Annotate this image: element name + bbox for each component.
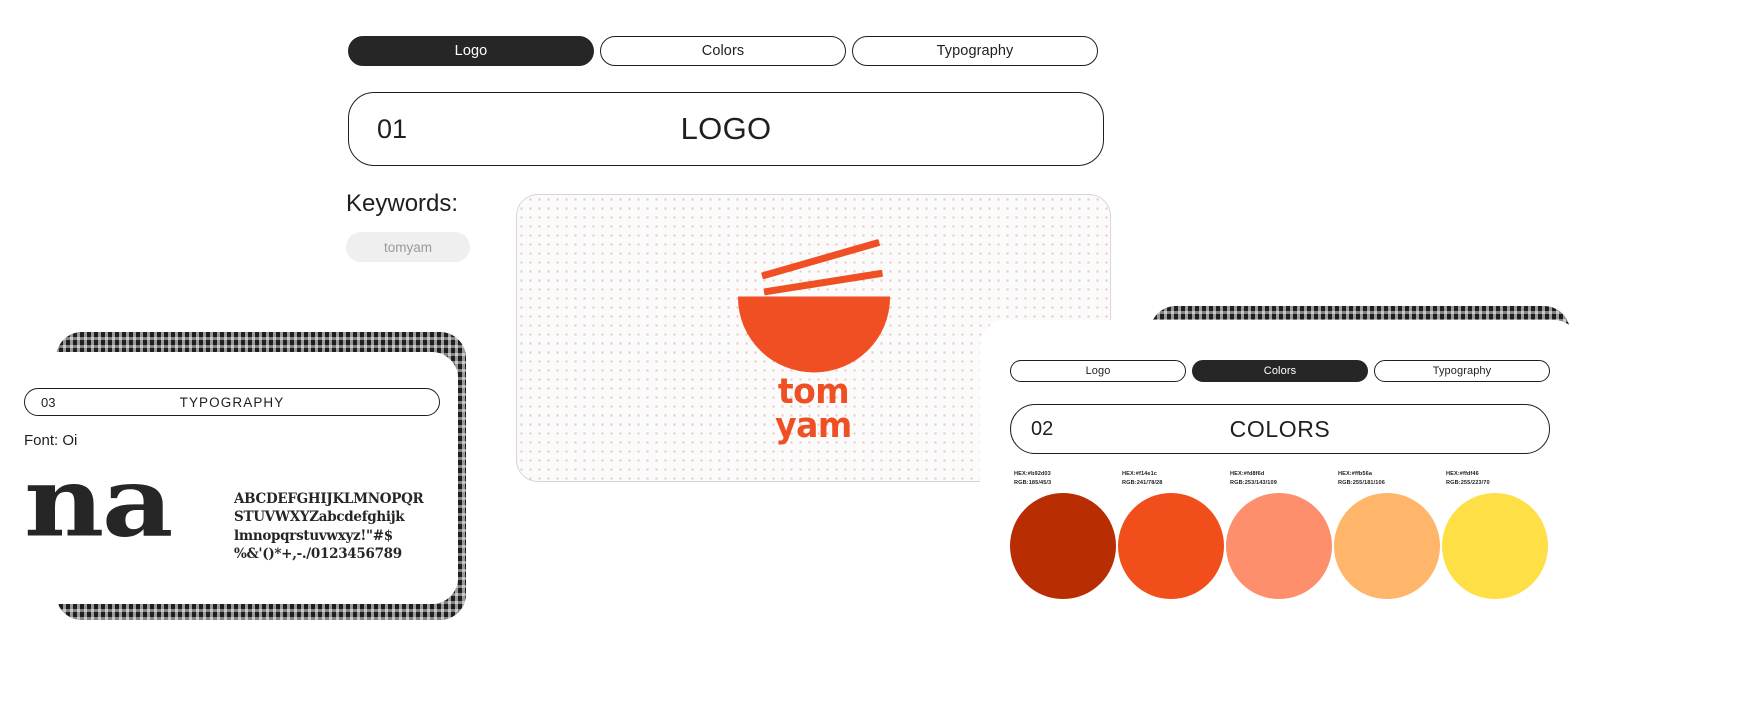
section-title: LOGO bbox=[680, 111, 772, 146]
brand-guideline-mockup: Logo Colors Typography 01 LOGO Keywords:… bbox=[0, 0, 1750, 708]
swatch-color-circle[interactable] bbox=[1334, 493, 1440, 600]
section-title: COLORS bbox=[1229, 415, 1331, 442]
tab-logo[interactable]: Logo bbox=[348, 36, 594, 66]
color-palette: HEX:#b92d03 RGB:185/45/3 HEX:#f14e1c RGB… bbox=[1010, 470, 1550, 600]
swatch-color-circle[interactable] bbox=[1118, 493, 1224, 600]
tab-logo[interactable]: Logo bbox=[1010, 360, 1186, 382]
swatch-rgb-label: RGB:241/78/28 bbox=[1122, 479, 1163, 486]
swatch-hex-label: HEX:#b92d03 bbox=[1014, 471, 1051, 477]
glyph-line: ABCDEFGHIJKLMNOPQR bbox=[234, 491, 424, 507]
section-number: 03 bbox=[41, 394, 56, 410]
color-swatch[interactable]: HEX:#fd8f6d RGB:253/143/109 bbox=[1226, 470, 1334, 600]
logo-panel-tab-bar: Logo Colors Typography bbox=[348, 36, 1098, 66]
bowl-icon bbox=[737, 296, 890, 373]
swatch-hex-label: HEX:#fd8f6d bbox=[1230, 471, 1265, 477]
swatch-hex-label: HEX:#ffdf46 bbox=[1446, 471, 1479, 477]
glyph-line: %&'()*+,-./0123456789 bbox=[234, 546, 402, 563]
swatch-rgb-label: RGB:255/223/70 bbox=[1446, 479, 1490, 486]
logo-wordmark-line-2: yam bbox=[775, 404, 852, 446]
swatch-color-circle[interactable] bbox=[1442, 493, 1548, 600]
section-number: 01 bbox=[377, 113, 408, 144]
logo-wordmark: tom yam bbox=[714, 373, 914, 446]
keywords-label: Keywords: bbox=[346, 190, 459, 217]
colors-section-header: 02 COLORS bbox=[1010, 404, 1550, 454]
glyph-line: STUVWXYZabcdefghijk bbox=[234, 509, 405, 526]
tab-colors[interactable]: Colors bbox=[600, 36, 846, 66]
color-swatch[interactable]: HEX:#b92d03 RGB:185/45/3 bbox=[1010, 470, 1118, 600]
tab-colors[interactable]: Colors bbox=[1192, 360, 1368, 382]
colors-panel-tab-bar: Logo Colors Typography bbox=[1010, 360, 1550, 382]
logo-section-header: 01 LOGO bbox=[348, 92, 1104, 166]
swatch-hex-label: HEX:#ffb56a bbox=[1338, 471, 1373, 477]
type-specimen-large: na bbox=[24, 445, 173, 559]
glyph-line: lmnopqrstuvwxyz!"#$ bbox=[234, 527, 393, 544]
tab-typography[interactable]: Typography bbox=[852, 36, 1098, 66]
color-swatch[interactable]: HEX:#f14e1c RGB:241/78/28 bbox=[1118, 470, 1226, 600]
swatch-rgb-label: RGB:255/181/106 bbox=[1338, 479, 1385, 486]
color-swatch[interactable]: HEX:#ffb56a RGB:255/181/106 bbox=[1334, 470, 1442, 600]
swatch-rgb-label: RGB:253/143/109 bbox=[1230, 479, 1277, 486]
swatch-color-circle[interactable] bbox=[1226, 493, 1332, 600]
tom-yam-bowl-logo-icon: tom yam bbox=[714, 231, 914, 446]
swatch-hex-label: HEX:#f14e1c bbox=[1122, 471, 1157, 477]
swatch-color-circle[interactable] bbox=[1010, 493, 1116, 600]
typography-section-header: 03 TYPOGRAPHY bbox=[24, 388, 440, 416]
swatch-rgb-label: RGB:185/45/3 bbox=[1014, 479, 1052, 486]
color-swatch[interactable]: HEX:#ffdf46 RGB:255/223/70 bbox=[1442, 470, 1550, 600]
section-number: 02 bbox=[1031, 417, 1054, 440]
glyph-set: ABCDEFGHIJKLMNOPQR STUVWXYZabcdefghijk l… bbox=[234, 490, 444, 563]
keywords-block: Keywords: tomyam bbox=[346, 190, 506, 262]
tab-typography[interactable]: Typography bbox=[1374, 360, 1550, 382]
keyword-tag-tomyam[interactable]: tomyam bbox=[346, 232, 470, 262]
colors-panel: Logo Colors Typography 02 COLORS HEX:#b9… bbox=[980, 320, 1580, 630]
typography-panel: 03 TYPOGRAPHY Font: Oi na ABCDEFGHIJKLMN… bbox=[6, 352, 458, 604]
section-title: TYPOGRAPHY bbox=[179, 394, 285, 410]
